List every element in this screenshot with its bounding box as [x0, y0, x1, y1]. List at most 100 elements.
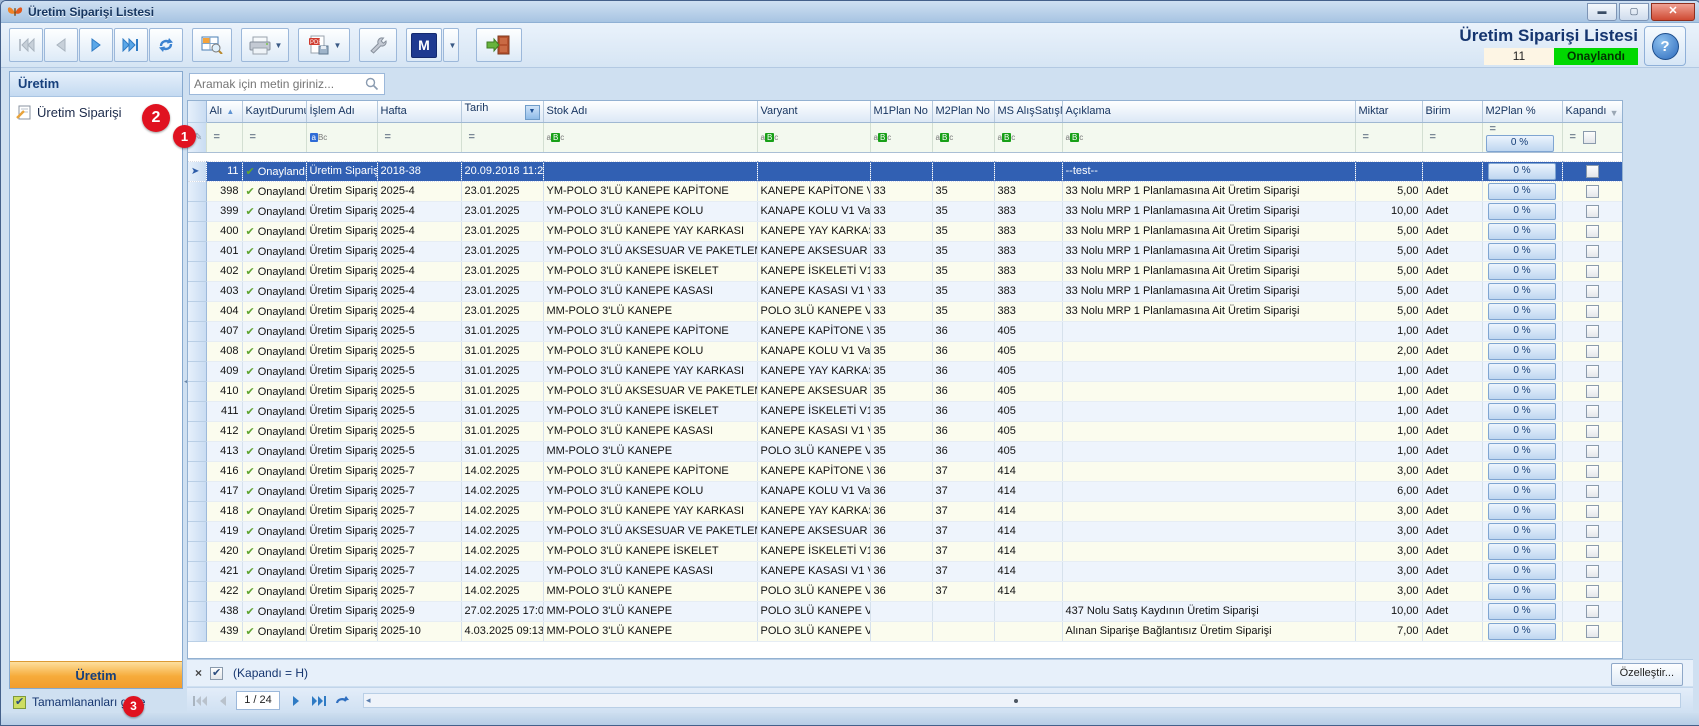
- table-row[interactable]: 418✔OnaylandıÜretim Siparişi2025-714.02.…: [188, 501, 1622, 521]
- kapandi-checkbox[interactable]: [1586, 625, 1599, 638]
- refresh-button[interactable]: [149, 28, 183, 62]
- filter-cell-m1[interactable]: aBc: [870, 122, 932, 152]
- kapandi-checkbox[interactable]: [1586, 525, 1599, 538]
- filter-cell-stok[interactable]: aBc: [543, 122, 757, 152]
- kapandi-checkbox[interactable]: [1586, 305, 1599, 318]
- scrollbar-left-arrow-icon[interactable]: ◂: [366, 695, 371, 706]
- print-dropdown-arrow[interactable]: ▼: [275, 41, 283, 50]
- filter-cell-yuzde[interactable]: =0 %: [1482, 122, 1562, 152]
- kapandi-checkbox[interactable]: [1586, 285, 1599, 298]
- close-button[interactable]: ✕: [1651, 3, 1695, 21]
- table-row[interactable]: 398✔OnaylandıÜretim Siparişi2025-423.01.…: [188, 181, 1622, 201]
- filter-close-icon[interactable]: ×: [195, 666, 202, 680]
- column-header-varyant[interactable]: Varyant: [757, 101, 870, 122]
- equals-filter-icon[interactable]: =: [214, 131, 220, 143]
- abc-filter-icon[interactable]: aBc: [874, 133, 892, 142]
- kapandi-checkbox[interactable]: [1586, 505, 1599, 518]
- kapandi-checkbox[interactable]: [1586, 365, 1599, 378]
- abc-filter-icon[interactable]: aBc: [547, 133, 565, 142]
- table-row[interactable]: 413✔OnaylandıÜretim Siparişi2025-531.01.…: [188, 441, 1622, 461]
- last-record-button[interactable]: [114, 28, 148, 62]
- hide-completed-checkbox[interactable]: [13, 696, 26, 709]
- filter-cell-aciklama[interactable]: aBc: [1062, 122, 1355, 152]
- table-row[interactable]: 403✔OnaylandıÜretim Siparişi2025-423.01.…: [188, 281, 1622, 301]
- table-row[interactable]: 416✔OnaylandıÜretim Siparişi2025-714.02.…: [188, 461, 1622, 481]
- pager-page-indicator[interactable]: 1 / 24: [236, 691, 280, 710]
- table-row[interactable]: 410✔OnaylandıÜretim Siparişi2025-531.01.…: [188, 381, 1622, 401]
- filter-cell-varyant[interactable]: aBc: [757, 122, 870, 152]
- table-row[interactable]: 417✔OnaylandıÜretim Siparişi2025-714.02.…: [188, 481, 1622, 501]
- filter-cell-m2[interactable]: aBc: [932, 122, 994, 152]
- table-row[interactable]: ➤11✔OnaylandıÜretim Siparişi2018-3820.09…: [188, 161, 1622, 181]
- abc-filter-icon[interactable]: aBc: [936, 133, 954, 142]
- pager-last-button[interactable]: [309, 692, 329, 710]
- horizontal-scrollbar[interactable]: ◂: [363, 693, 1681, 708]
- table-row[interactable]: 411✔OnaylandıÜretim Siparişi2025-531.01.…: [188, 401, 1622, 421]
- column-header-stok[interactable]: Stok Adı: [543, 101, 757, 122]
- abc-filter-icon[interactable]: aBc: [310, 133, 328, 142]
- equals-filter-icon[interactable]: =: [1363, 131, 1369, 143]
- kapandi-checkbox[interactable]: [1586, 425, 1599, 438]
- abc-filter-icon[interactable]: aBc: [1066, 133, 1084, 142]
- table-row[interactable]: 400✔OnaylandıÜretim Siparişi2025-423.01.…: [188, 221, 1622, 241]
- kapandi-checkbox[interactable]: [1586, 485, 1599, 498]
- filter-cell-tarih[interactable]: =: [461, 122, 543, 152]
- column-header-m1[interactable]: M1Plan No: [870, 101, 932, 122]
- filter-cell-durum[interactable]: =: [242, 122, 306, 152]
- first-record-button[interactable]: [9, 28, 43, 62]
- filter-cell-ms[interactable]: aBc: [994, 122, 1062, 152]
- equals-filter-icon[interactable]: =: [469, 131, 475, 143]
- filter-cell-al[interactable]: =: [206, 122, 242, 152]
- kapandi-checkbox[interactable]: [1586, 225, 1599, 238]
- column-header-islem[interactable]: İşlem Adı: [306, 101, 377, 122]
- previous-record-button[interactable]: [44, 28, 78, 62]
- table-row[interactable]: 419✔OnaylandıÜretim Siparişi2025-714.02.…: [188, 521, 1622, 541]
- table-row[interactable]: 399✔OnaylandıÜretim Siparişi2025-423.01.…: [188, 201, 1622, 221]
- column-header-m2[interactable]: M2Plan No: [932, 101, 994, 122]
- minimize-button[interactable]: ▬: [1587, 3, 1617, 21]
- table-row[interactable]: 402✔OnaylandıÜretim Siparişi2025-423.01.…: [188, 261, 1622, 281]
- column-header-aciklama[interactable]: Açıklama: [1062, 101, 1355, 122]
- pager-first-button[interactable]: [190, 692, 210, 710]
- table-row[interactable]: 439✔OnaylandıÜretim Siparişi2025-104.03.…: [188, 621, 1622, 641]
- table-row[interactable]: 421✔OnaylandıÜretim Siparişi2025-714.02.…: [188, 561, 1622, 581]
- column-filter-dropdown[interactable]: ▼: [525, 105, 540, 120]
- column-header-kapandi[interactable]: Kapandı▼: [1562, 101, 1622, 122]
- column-header-birim[interactable]: Birim: [1422, 101, 1482, 122]
- sidebar-group-button-uretim[interactable]: Üretim: [10, 661, 182, 688]
- pager-refresh-button[interactable]: [332, 692, 352, 710]
- table-row[interactable]: 407✔OnaylandıÜretim Siparişi2025-531.01.…: [188, 321, 1622, 341]
- kapandi-checkbox[interactable]: [1586, 325, 1599, 338]
- table-row[interactable]: 408✔OnaylandıÜretim Siparişi2025-531.01.…: [188, 341, 1622, 361]
- abc-filter-icon[interactable]: aBc: [761, 133, 779, 142]
- filter-cell-islem[interactable]: aBc: [306, 122, 377, 152]
- print-button[interactable]: ▼: [241, 28, 289, 62]
- m-module-dropdown[interactable]: ▼: [443, 28, 459, 62]
- kapandi-checkbox[interactable]: [1586, 245, 1599, 258]
- maximize-button[interactable]: ▢: [1619, 3, 1649, 21]
- table-row[interactable]: 401✔OnaylandıÜretim Siparişi2025-423.01.…: [188, 241, 1622, 261]
- column-header-al[interactable]: Alı▲: [206, 101, 242, 122]
- table-row[interactable]: 438✔OnaylandıÜretim Siparişi2025-927.02.…: [188, 601, 1622, 621]
- kapandi-checkbox[interactable]: [1586, 465, 1599, 478]
- kapandi-checkbox[interactable]: [1586, 545, 1599, 558]
- equals-filter-icon[interactable]: =: [250, 131, 256, 143]
- kapandi-checkbox[interactable]: [1586, 585, 1599, 598]
- table-row[interactable]: 422✔OnaylandıÜretim Siparişi2025-714.02.…: [188, 581, 1622, 601]
- equals-filter-icon[interactable]: =: [1430, 131, 1436, 143]
- table-row[interactable]: 409✔OnaylandıÜretim Siparişi2025-531.01.…: [188, 361, 1622, 381]
- filter-cell-birim[interactable]: =: [1422, 122, 1482, 152]
- column-header-tarih[interactable]: Tarih▼: [461, 101, 543, 122]
- filter-cell-miktar[interactable]: =: [1355, 122, 1422, 152]
- kapandi-checkbox[interactable]: [1586, 345, 1599, 358]
- export-pdf-button[interactable]: PDF ▼: [298, 28, 350, 62]
- pdf-dropdown-arrow[interactable]: ▼: [334, 41, 342, 50]
- column-header-ms[interactable]: MS AlışSatışNo: [994, 101, 1062, 122]
- kapandi-checkbox[interactable]: [1586, 265, 1599, 278]
- equals-filter-icon[interactable]: =: [1490, 123, 1496, 135]
- next-record-button[interactable]: [79, 28, 113, 62]
- kapandi-checkbox[interactable]: [1586, 605, 1599, 618]
- grid-search-button[interactable]: [192, 28, 232, 62]
- table-row[interactable]: 412✔OnaylandıÜretim Siparişi2025-531.01.…: [188, 421, 1622, 441]
- column-header-miktar[interactable]: Miktar: [1355, 101, 1422, 122]
